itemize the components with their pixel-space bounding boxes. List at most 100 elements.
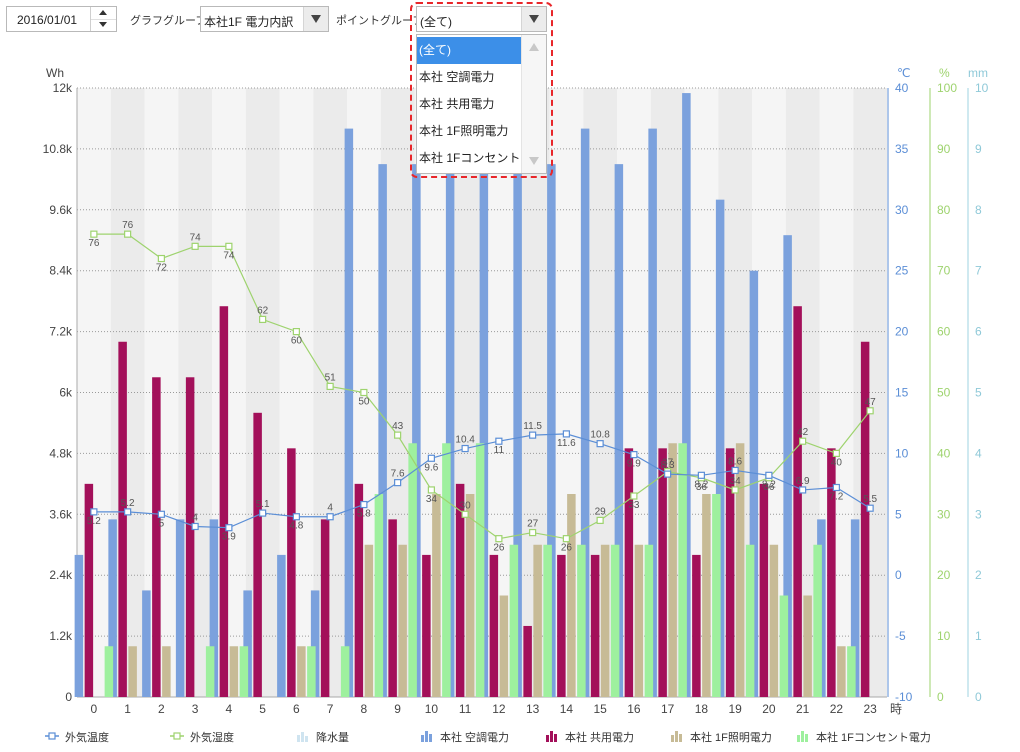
bar-icon xyxy=(797,731,808,742)
y-tick-label-rain: 5 xyxy=(975,386,982,400)
dropdown-option-outlet[interactable]: 本社 1Fコンセント電力 xyxy=(417,145,521,172)
line-marker-icon xyxy=(170,732,184,740)
bar-icon xyxy=(546,731,557,742)
x-tick-label: 6 xyxy=(293,702,300,716)
temp-data-label: 7.2 xyxy=(829,492,843,503)
temp-data-label: 8.6 xyxy=(728,456,742,467)
x-tick-label: 7 xyxy=(327,702,334,716)
bar-lighting xyxy=(668,443,677,697)
dropdown-option-lighting[interactable]: 本社 1F照明電力 xyxy=(417,118,521,145)
date-spinner[interactable] xyxy=(90,7,116,31)
legend-label: 本社 空調電力 xyxy=(440,732,510,744)
x-tick-label: 17 xyxy=(661,702,675,716)
bar-common xyxy=(523,625,532,697)
dropdown-option-all[interactable]: (全て) xyxy=(417,37,521,64)
bar-common xyxy=(185,377,195,697)
date-decrement-button[interactable] xyxy=(91,19,116,31)
temp-data-label: 11.5 xyxy=(523,421,542,432)
x-tick-label: 21 xyxy=(796,702,810,716)
scroll-down-icon[interactable] xyxy=(529,157,539,165)
humidity-point xyxy=(427,486,435,494)
bar-outlet xyxy=(340,646,350,697)
y-tick-label-left: 8.4k xyxy=(49,264,73,278)
bar-aircon xyxy=(344,128,354,698)
graph-group-label: グラフグループ: xyxy=(130,15,210,27)
y-tick-label-rain: 7 xyxy=(975,264,982,278)
point-group-label: ポイントグループ: xyxy=(336,15,427,27)
humidity-data-label: 40 xyxy=(831,457,843,468)
x-tick-label: 9 xyxy=(394,702,401,716)
temp-data-label: 5.2 xyxy=(87,516,101,527)
dropdown-scrollbar[interactable] xyxy=(521,35,546,173)
temp-point xyxy=(225,524,233,532)
bar-common xyxy=(388,519,397,697)
y-tick-label-temp: 35 xyxy=(895,142,909,156)
y-tick-label-temp: 25 xyxy=(895,264,909,278)
y-tick-label-temp: 20 xyxy=(895,325,909,339)
y-tick-label-rain: 4 xyxy=(975,446,982,460)
bar-outlet xyxy=(678,443,687,697)
y-axis-unit-rain: mm xyxy=(968,66,988,80)
bar-lighting xyxy=(229,646,239,697)
humidity-data-label: 60 xyxy=(291,336,303,347)
dropdown-option-aircon[interactable]: 本社 空調電力 xyxy=(417,64,521,91)
date-value[interactable]: 2016/01/01 xyxy=(17,13,77,27)
y-tick-label-rain: 0 xyxy=(975,690,982,704)
dropdown-arrow-icon[interactable] xyxy=(521,7,546,31)
legend-label: 外気温度 xyxy=(65,732,109,744)
bar-outlet xyxy=(205,646,215,697)
bar-icon xyxy=(671,731,682,742)
humidity-data-label: 34 xyxy=(426,494,438,505)
y-tick-label-temp: 0 xyxy=(895,568,902,582)
legend-label: 本社 共用電力 xyxy=(565,732,635,744)
point-group-select[interactable]: (全て) xyxy=(416,6,547,32)
point-group-dropdown-list[interactable]: (全て) 本社 空調電力 本社 共用電力 本社 1F照明電力 本社 1Fコンセン… xyxy=(416,34,547,174)
bar-common xyxy=(759,483,769,697)
graph-group-select[interactable]: 本社1F 電力内訳 xyxy=(200,6,329,32)
legend-label: 降水量 xyxy=(316,732,349,744)
bar-outlet xyxy=(442,443,451,697)
bar-lighting xyxy=(162,646,171,697)
humidity-point xyxy=(731,486,739,494)
dropdown-option-common[interactable]: 本社 共用電力 xyxy=(417,91,521,118)
y-tick-label-humidity: 70 xyxy=(937,264,951,278)
bar-outlet xyxy=(239,646,249,697)
bar-common xyxy=(152,377,161,697)
bar-common xyxy=(422,554,431,697)
y-tick-label-left: 6k xyxy=(59,386,73,400)
temp-data-label: 4 xyxy=(192,512,198,523)
y-tick-label-rain: 2 xyxy=(975,568,982,582)
humidity-data-label: 72 xyxy=(156,263,168,274)
temp-point xyxy=(326,513,334,521)
dropdown-arrow-icon[interactable] xyxy=(303,7,328,31)
y-tick-label-left: 1.2k xyxy=(49,629,73,643)
temp-point xyxy=(461,444,469,453)
chart-legend: 外気温度 外気湿度 降水量 本社 空調電力 本社 共用電力 本社 1F照明電力 … xyxy=(0,724,1020,748)
y-tick-label-humidity: 80 xyxy=(937,203,951,217)
y-tick-label-left: 3.6k xyxy=(49,507,73,521)
bar-aircon xyxy=(142,590,151,697)
humidity-data-label: 50 xyxy=(358,397,370,408)
y-tick-label-left: 10.8k xyxy=(43,142,73,156)
humidity-data-label: 29 xyxy=(595,506,607,517)
bar-outlet xyxy=(745,544,755,697)
chevron-down-icon xyxy=(99,22,107,27)
y-tick-label-temp: 40 xyxy=(895,81,909,95)
bar-outlet xyxy=(307,646,316,697)
humidity-point xyxy=(529,528,537,537)
temp-point xyxy=(765,471,773,479)
chevron-up-icon xyxy=(99,10,107,15)
humidity-data-label: 26 xyxy=(561,543,573,554)
temp-point xyxy=(495,437,503,445)
bar-aircon xyxy=(175,519,185,697)
line-marker-icon xyxy=(45,732,59,740)
date-picker[interactable]: 2016/01/01 xyxy=(6,6,117,32)
scroll-up-icon[interactable] xyxy=(529,43,539,51)
temp-data-label: 11.6 xyxy=(557,438,576,449)
humidity-point xyxy=(90,230,98,238)
bar-common xyxy=(557,554,566,697)
humidity-point xyxy=(799,437,807,445)
humidity-point xyxy=(495,535,503,543)
bar-lighting xyxy=(364,544,374,697)
humidity-point xyxy=(461,510,469,518)
